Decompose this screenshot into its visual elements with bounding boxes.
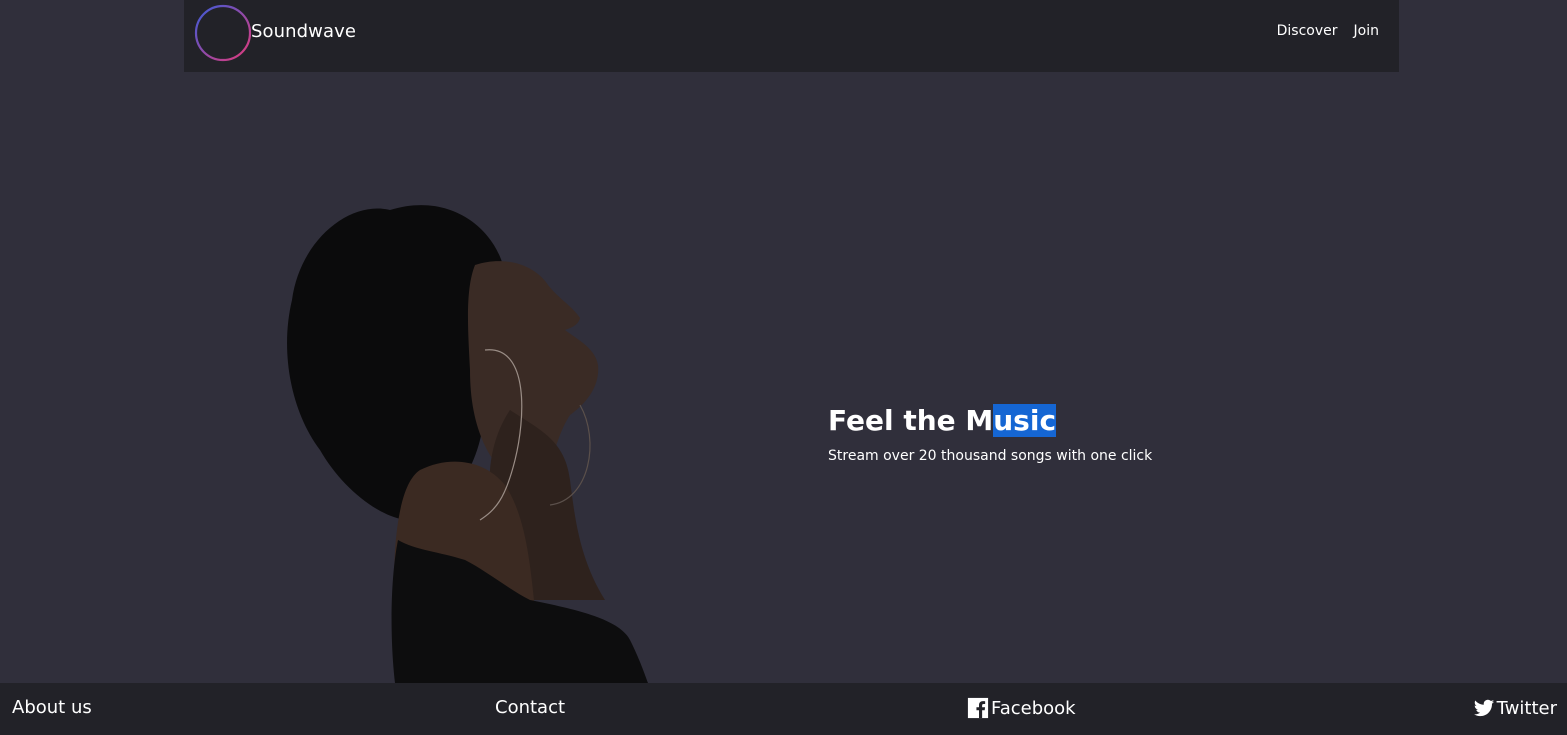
footer-twitter-label: Twitter — [1496, 697, 1557, 719]
nav-discover-link[interactable]: Discover — [1277, 23, 1338, 39]
hero-woman-image — [287, 205, 648, 683]
brand-name: Soundwave — [251, 20, 357, 42]
twitter-icon — [1473, 699, 1494, 717]
main-nav: Discover Join — [1277, 23, 1379, 39]
hero-title-prefix: Feel the M — [828, 404, 994, 437]
hero-title-selected-text: usic — [993, 404, 1057, 437]
footer: About us Contact Facebook Twitter — [0, 683, 1567, 735]
footer-twitter-link[interactable]: Twitter — [1473, 697, 1557, 719]
facebook-icon — [967, 697, 989, 719]
page: Soundwave Discover Join Feel the Music S… — [0, 0, 1567, 735]
brand-link[interactable]: Soundwave — [194, 4, 356, 62]
hero-subtitle: Stream over 20 thousand songs with one c… — [828, 448, 1153, 464]
footer-facebook-link[interactable]: Facebook — [967, 697, 1076, 719]
footer-contact-link[interactable]: Contact — [495, 697, 565, 718]
footer-about-label: About us — [12, 697, 92, 718]
footer-contact-label: Contact — [495, 697, 566, 718]
footer-about-link[interactable]: About us — [12, 697, 92, 718]
top-navbar: Soundwave Discover Join — [184, 0, 1399, 72]
footer-facebook-label: Facebook — [991, 697, 1076, 719]
hero-section: Feel the Music Stream over 20 thousand s… — [828, 400, 1152, 464]
hero-title: Feel the Music — [828, 400, 1152, 442]
nav-join-link[interactable]: Join — [1354, 23, 1379, 39]
soundwave-logo-icon — [194, 4, 252, 62]
